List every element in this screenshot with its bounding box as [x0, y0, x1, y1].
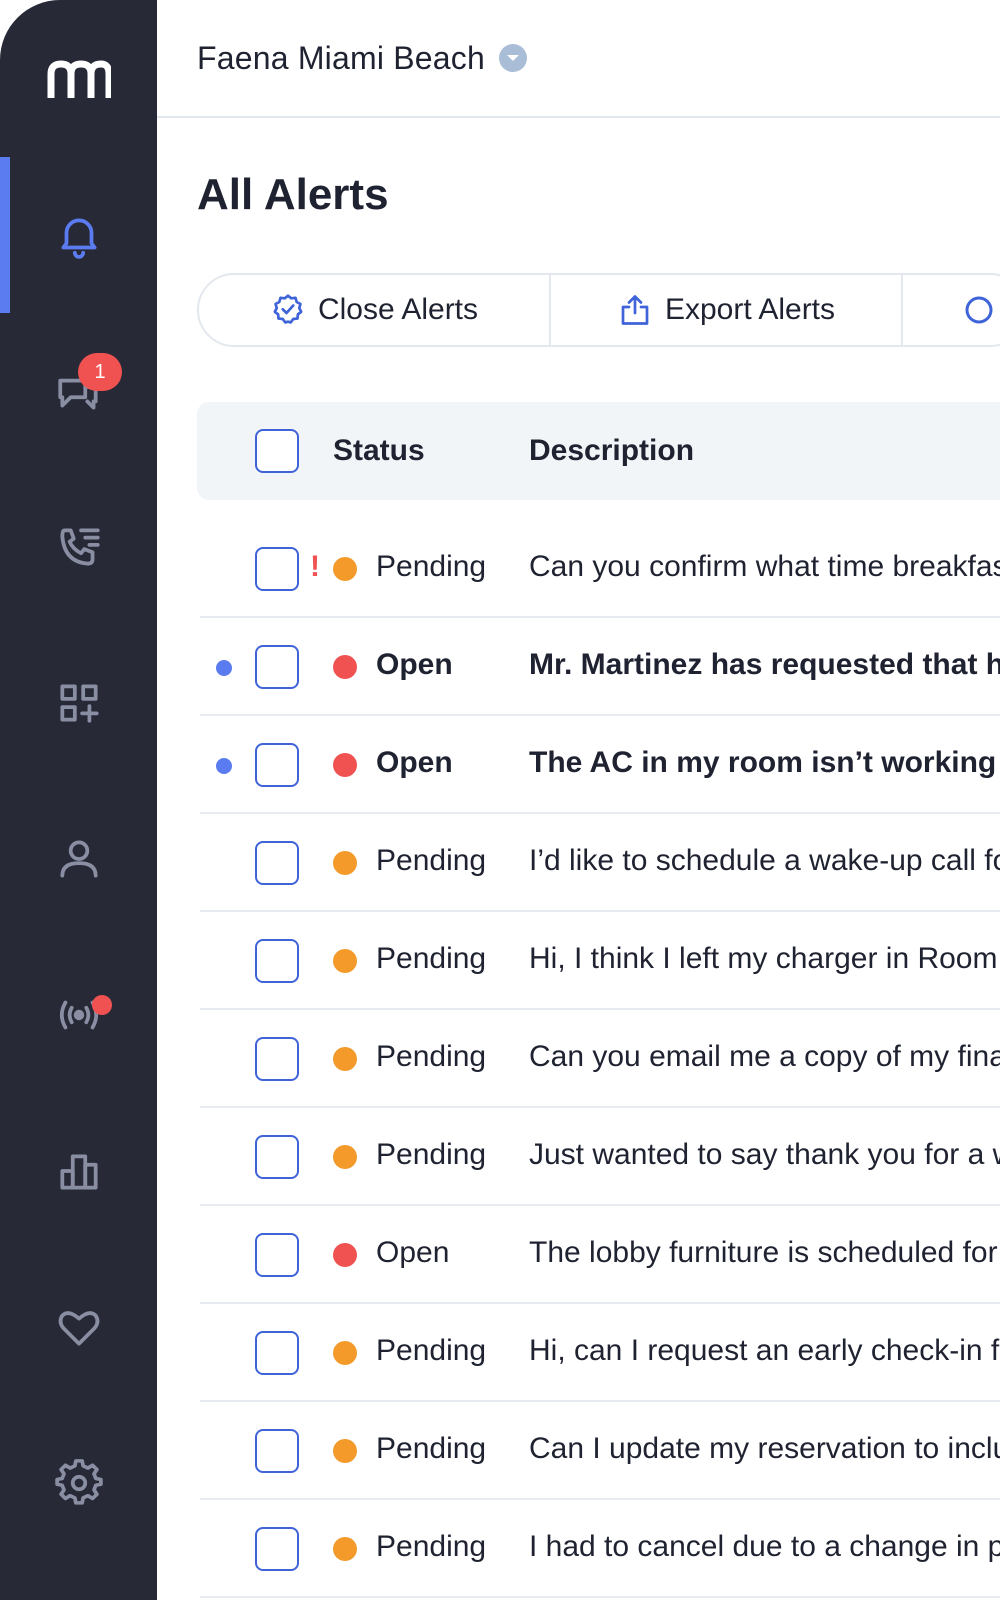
- status-dot: [333, 1439, 357, 1463]
- status-dot: [333, 949, 357, 973]
- sidebar-item-settings[interactable]: [0, 1405, 157, 1561]
- hotel-name[interactable]: Faena Miami Beach: [197, 40, 485, 77]
- status-text: Pending: [376, 550, 487, 583]
- page-title: All Alerts: [197, 170, 389, 219]
- broadcast-dot-badge: [92, 995, 112, 1015]
- sidebar: 1: [0, 0, 157, 1600]
- row-checkbox[interactable]: [255, 841, 299, 885]
- sidebar-item-alerts[interactable]: [0, 157, 157, 313]
- alert-description: Can I update my reservation to include b…: [529, 1432, 1000, 1465]
- table-row[interactable]: Pending Can I update my reservation to in…: [200, 1402, 1000, 1500]
- priority-indicator: !: [310, 550, 320, 583]
- hotel-dropdown-button[interactable]: [498, 44, 527, 72]
- row-checkbox[interactable]: [255, 1037, 299, 1081]
- user-icon: [59, 840, 98, 878]
- alert-description: I’d like to schedule a wake-up call for …: [529, 844, 1000, 877]
- select-all-checkbox[interactable]: [255, 429, 299, 473]
- table-row[interactable]: Pending Can you email me a copy of my fin…: [200, 1010, 1000, 1108]
- bar-chart-icon: [59, 1154, 98, 1190]
- phone-list-icon: [59, 528, 100, 566]
- close-alerts-button[interactable]: Close Alerts: [199, 275, 551, 345]
- alert-description: Hi, can I request an early check-in for …: [529, 1334, 1000, 1367]
- status-text: Pending: [376, 1040, 487, 1073]
- status-text: Open: [376, 746, 453, 779]
- logo-icon: [47, 60, 111, 98]
- table-row[interactable]: Pending I’d like to schedule a wake-up ca…: [200, 814, 1000, 912]
- sidebar-item-guests[interactable]: [0, 781, 157, 937]
- alert-description: The AC in my room isn’t working properly: [529, 746, 1000, 779]
- status-text: Open: [376, 648, 453, 681]
- table-row[interactable]: Pending Just wanted to say thank you for …: [200, 1108, 1000, 1206]
- sidebar-item-reports[interactable]: [0, 1093, 157, 1249]
- check-badge-icon: [273, 294, 303, 324]
- status-text: Pending: [376, 1432, 487, 1465]
- table-row[interactable]: Open The lobby furniture is scheduled for…: [200, 1206, 1000, 1304]
- alert-description: Hi, I think I left my charger in Room 41…: [529, 942, 1000, 975]
- share-upload-icon: [621, 295, 649, 325]
- table-header: Status Description: [197, 402, 1000, 500]
- bell-icon: [61, 218, 96, 259]
- export-alerts-button[interactable]: Export Alerts: [551, 275, 903, 345]
- row-checkbox[interactable]: [255, 939, 299, 983]
- status-text: Pending: [376, 1138, 487, 1171]
- table-row[interactable]: ! Pending Can you confirm what time breakf…: [200, 520, 1000, 618]
- table-row[interactable]: Open Mr. Martinez has requested that his …: [200, 618, 1000, 716]
- status-dot: [333, 557, 357, 581]
- table-row[interactable]: Pending Hi, can I request an early check-…: [200, 1304, 1000, 1402]
- alert-description: Just wanted to say thank you for a wonde…: [529, 1138, 1000, 1171]
- row-checkbox[interactable]: [255, 547, 299, 591]
- table-row[interactable]: Pending I had to cancel due to a change i…: [200, 1500, 1000, 1598]
- apps-add-icon: [59, 684, 99, 723]
- status-text: Pending: [376, 942, 487, 975]
- export-alerts-label: Export Alerts: [664, 293, 836, 326]
- status-dot: [333, 1243, 357, 1267]
- alert-description: Mr. Martinez has requested that his room…: [529, 648, 1000, 681]
- unread-indicator: [216, 660, 232, 676]
- table-row[interactable]: Open The AC in my room isn’t working prop…: [200, 716, 1000, 814]
- status-text: Pending: [376, 1530, 487, 1563]
- sidebar-item-favorites[interactable]: [0, 1249, 157, 1405]
- status-dot: [333, 1047, 357, 1071]
- close-alerts-label: Close Alerts: [317, 293, 479, 326]
- alerts-list: ! Pending Can you confirm what time breakf…: [200, 520, 1000, 1598]
- alert-description: The lobby furniture is scheduled for rep…: [529, 1236, 1000, 1269]
- status-text: Pending: [376, 1334, 487, 1367]
- chevron-down-icon: [506, 55, 519, 61]
- row-checkbox[interactable]: [255, 1135, 299, 1179]
- table-row[interactable]: Pending Hi, I think I left my charger in …: [200, 912, 1000, 1010]
- sidebar-item-apps[interactable]: [0, 625, 157, 781]
- status-dot: [333, 851, 357, 875]
- heart-icon: [58, 1311, 99, 1346]
- alerts-toolbar: Close Alerts Export Alerts: [197, 273, 1000, 347]
- alert-description: Can you email me a copy of my final bill…: [529, 1040, 1000, 1073]
- status-dot: [333, 1145, 357, 1169]
- sidebar-item-calls[interactable]: [0, 469, 157, 625]
- status-dot: [333, 753, 357, 777]
- status-dot: [333, 1537, 357, 1561]
- status-text: Open: [376, 1236, 450, 1269]
- alert-description: Can you confirm what time breakfast is s…: [529, 550, 1000, 583]
- gear-icon: [54, 1459, 103, 1505]
- toolbar-more-button[interactable]: [903, 275, 1000, 345]
- column-header-status[interactable]: Status: [333, 434, 425, 468]
- sidebar-item-broadcast[interactable]: [0, 937, 157, 1093]
- status-dot: [333, 655, 357, 679]
- row-checkbox[interactable]: [255, 743, 299, 787]
- top-bar: Faena Miami Beach: [157, 0, 1000, 118]
- messages-badge: 1: [78, 353, 122, 391]
- row-checkbox[interactable]: [255, 645, 299, 689]
- unread-indicator: [216, 758, 232, 774]
- sidebar-item-messages[interactable]: 1: [0, 313, 157, 469]
- app-logo[interactable]: [0, 40, 157, 120]
- row-checkbox[interactable]: [255, 1331, 299, 1375]
- alert-description: I had to cancel due to a change in plans: [529, 1530, 1000, 1563]
- row-checkbox[interactable]: [255, 1429, 299, 1473]
- row-checkbox[interactable]: [255, 1233, 299, 1277]
- status-text: Pending: [376, 844, 487, 877]
- circle-icon: [965, 296, 993, 324]
- row-checkbox[interactable]: [255, 1527, 299, 1571]
- status-dot: [333, 1341, 357, 1365]
- column-header-description[interactable]: Description: [529, 434, 694, 468]
